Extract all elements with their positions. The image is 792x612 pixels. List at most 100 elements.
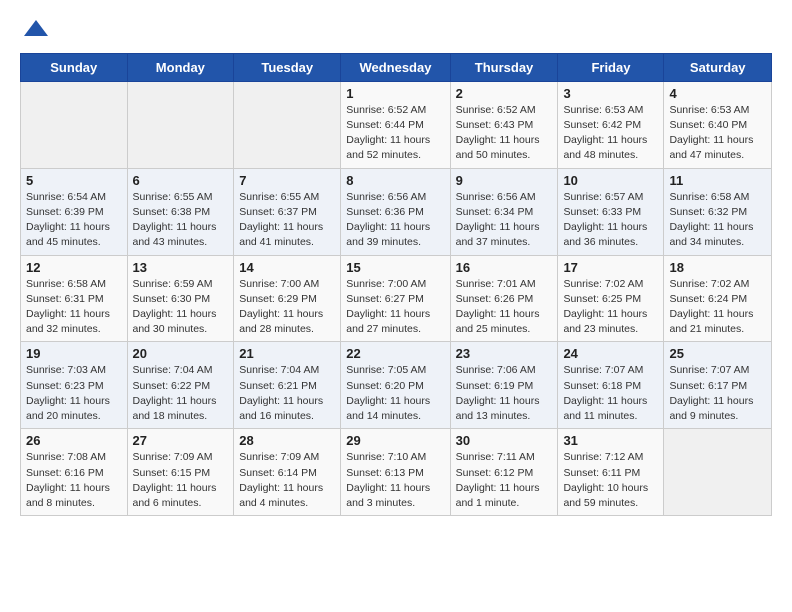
calendar-day-24: 24 Sunrise: 7:07 AM Sunset: 6:18 PM Dayli… [558,342,664,429]
day-number: 10 [563,173,658,188]
page-container: SundayMondayTuesdayWednesdayThursdayFrid… [0,0,792,526]
calendar-week-row: 1 Sunrise: 6:52 AM Sunset: 6:44 PM Daylig… [21,81,772,168]
day-number: 8 [346,173,444,188]
day-info: Sunrise: 6:53 AM Sunset: 6:42 PM Dayligh… [563,103,658,164]
weekday-header-friday: Friday [558,53,664,81]
day-number: 4 [669,86,766,101]
day-number: 19 [26,346,122,361]
calendar-day-22: 22 Sunrise: 7:05 AM Sunset: 6:20 PM Dayli… [341,342,450,429]
day-info: Sunrise: 6:52 AM Sunset: 6:44 PM Dayligh… [346,103,444,164]
day-number: 2 [456,86,553,101]
day-number: 13 [133,260,229,275]
day-info: Sunrise: 6:56 AM Sunset: 6:36 PM Dayligh… [346,190,444,251]
day-info: Sunrise: 6:59 AM Sunset: 6:30 PM Dayligh… [133,277,229,338]
calendar-day-20: 20 Sunrise: 7:04 AM Sunset: 6:22 PM Dayli… [127,342,234,429]
calendar-day-5: 5Sunrise: 6:54 AM Sunset: 6:39 PM Daylig… [21,168,128,255]
day-info: Sunrise: 7:01 AM Sunset: 6:26 PM Dayligh… [456,277,553,338]
calendar-day-29: 29Sunrise: 7:10 AM Sunset: 6:13 PM Dayli… [341,429,450,516]
day-info: Sunrise: 7:07 AM Sunset: 6:18 PM Dayligh… [563,363,658,424]
day-number: 27 [133,433,229,448]
calendar-empty-cell [234,81,341,168]
day-info: Sunrise: 7:04 AM Sunset: 6:21 PM Dayligh… [239,363,335,424]
calendar-day-2: 2 Sunrise: 6:52 AM Sunset: 6:43 PM Daylig… [450,81,558,168]
day-number: 11 [669,173,766,188]
weekday-header-tuesday: Tuesday [234,53,341,81]
day-number: 16 [456,260,553,275]
header [20,16,772,45]
calendar-day-4: 4 Sunrise: 6:53 AM Sunset: 6:40 PM Daylig… [664,81,772,168]
day-number: 24 [563,346,658,361]
calendar-day-25: 25 Sunrise: 7:07 AM Sunset: 6:17 PM Dayli… [664,342,772,429]
day-number: 29 [346,433,444,448]
calendar-day-18: 18 Sunrise: 7:02 AM Sunset: 6:24 PM Dayli… [664,255,772,342]
calendar-day-11: 11Sunrise: 6:58 AM Sunset: 6:32 PM Dayli… [664,168,772,255]
day-number: 30 [456,433,553,448]
day-number: 6 [133,173,229,188]
day-number: 17 [563,260,658,275]
day-info: Sunrise: 7:00 AM Sunset: 6:27 PM Dayligh… [346,277,444,338]
calendar-day-28: 28 Sunrise: 7:09 AM Sunset: 6:14 PM Dayli… [234,429,341,516]
calendar-day-3: 3 Sunrise: 6:53 AM Sunset: 6:42 PM Daylig… [558,81,664,168]
day-info: Sunrise: 7:09 AM Sunset: 6:15 PM Dayligh… [133,450,229,511]
day-info: Sunrise: 6:53 AM Sunset: 6:40 PM Dayligh… [669,103,766,164]
day-number: 22 [346,346,444,361]
calendar-week-row: 5Sunrise: 6:54 AM Sunset: 6:39 PM Daylig… [21,168,772,255]
calendar-day-26: 26 Sunrise: 7:08 AM Sunset: 6:16 PM Dayli… [21,429,128,516]
calendar-day-19: 19Sunrise: 7:03 AM Sunset: 6:23 PM Dayli… [21,342,128,429]
day-number: 7 [239,173,335,188]
day-number: 5 [26,173,122,188]
calendar-header: SundayMondayTuesdayWednesdayThursdayFrid… [21,53,772,81]
calendar-day-14: 14 Sunrise: 7:00 AM Sunset: 6:29 PM Dayli… [234,255,341,342]
day-info: Sunrise: 7:09 AM Sunset: 6:14 PM Dayligh… [239,450,335,511]
calendar-day-23: 23 Sunrise: 7:06 AM Sunset: 6:19 PM Dayli… [450,342,558,429]
day-info: Sunrise: 6:55 AM Sunset: 6:37 PM Dayligh… [239,190,335,251]
day-number: 15 [346,260,444,275]
day-number: 12 [26,260,122,275]
day-number: 14 [239,260,335,275]
calendar-day-31: 31Sunrise: 7:12 AM Sunset: 6:11 PM Dayli… [558,429,664,516]
weekday-row: SundayMondayTuesdayWednesdayThursdayFrid… [21,53,772,81]
calendar-day-27: 27 Sunrise: 7:09 AM Sunset: 6:15 PM Dayli… [127,429,234,516]
calendar-day-16: 16 Sunrise: 7:01 AM Sunset: 6:26 PM Dayli… [450,255,558,342]
calendar-day-10: 10 Sunrise: 6:57 AM Sunset: 6:33 PM Dayli… [558,168,664,255]
day-info: Sunrise: 7:08 AM Sunset: 6:16 PM Dayligh… [26,450,122,511]
day-info: Sunrise: 7:00 AM Sunset: 6:29 PM Dayligh… [239,277,335,338]
day-info: Sunrise: 7:04 AM Sunset: 6:22 PM Dayligh… [133,363,229,424]
calendar-week-row: 26 Sunrise: 7:08 AM Sunset: 6:16 PM Dayli… [21,429,772,516]
day-number: 1 [346,86,444,101]
calendar-day-7: 7 Sunrise: 6:55 AM Sunset: 6:37 PM Daylig… [234,168,341,255]
day-info: Sunrise: 6:57 AM Sunset: 6:33 PM Dayligh… [563,190,658,251]
day-info: Sunrise: 6:56 AM Sunset: 6:34 PM Dayligh… [456,190,553,251]
calendar-table: SundayMondayTuesdayWednesdayThursdayFrid… [20,53,772,516]
day-info: Sunrise: 7:02 AM Sunset: 6:24 PM Dayligh… [669,277,766,338]
day-number: 3 [563,86,658,101]
day-info: Sunrise: 7:12 AM Sunset: 6:11 PM Dayligh… [563,450,658,511]
day-info: Sunrise: 7:06 AM Sunset: 6:19 PM Dayligh… [456,363,553,424]
calendar-day-21: 21Sunrise: 7:04 AM Sunset: 6:21 PM Dayli… [234,342,341,429]
calendar-day-13: 13 Sunrise: 6:59 AM Sunset: 6:30 PM Dayli… [127,255,234,342]
weekday-header-wednesday: Wednesday [341,53,450,81]
day-number: 23 [456,346,553,361]
day-number: 25 [669,346,766,361]
calendar-week-row: 19Sunrise: 7:03 AM Sunset: 6:23 PM Dayli… [21,342,772,429]
calendar-empty-cell [127,81,234,168]
day-info: Sunrise: 7:07 AM Sunset: 6:17 PM Dayligh… [669,363,766,424]
day-info: Sunrise: 7:02 AM Sunset: 6:25 PM Dayligh… [563,277,658,338]
day-info: Sunrise: 6:58 AM Sunset: 6:31 PM Dayligh… [26,277,122,338]
logo-icon [22,18,50,40]
calendar-day-17: 17 Sunrise: 7:02 AM Sunset: 6:25 PM Dayli… [558,255,664,342]
weekday-header-sunday: Sunday [21,53,128,81]
calendar-day-12: 12 Sunrise: 6:58 AM Sunset: 6:31 PM Dayli… [21,255,128,342]
day-number: 20 [133,346,229,361]
day-info: Sunrise: 7:05 AM Sunset: 6:20 PM Dayligh… [346,363,444,424]
calendar-day-9: 9 Sunrise: 6:56 AM Sunset: 6:34 PM Daylig… [450,168,558,255]
day-number: 18 [669,260,766,275]
day-number: 9 [456,173,553,188]
day-number: 28 [239,433,335,448]
weekday-header-thursday: Thursday [450,53,558,81]
day-info: Sunrise: 6:55 AM Sunset: 6:38 PM Dayligh… [133,190,229,251]
logo [20,20,50,45]
calendar-day-8: 8 Sunrise: 6:56 AM Sunset: 6:36 PM Daylig… [341,168,450,255]
day-number: 26 [26,433,122,448]
day-info: Sunrise: 6:52 AM Sunset: 6:43 PM Dayligh… [456,103,553,164]
